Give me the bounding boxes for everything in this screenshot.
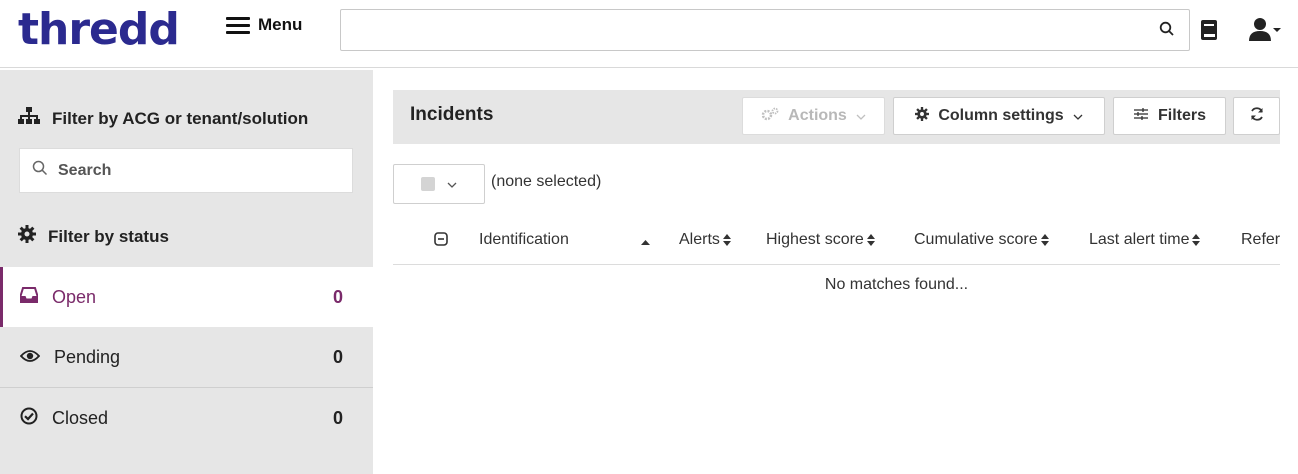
column-header-cumulative-score[interactable]: Cumulative score — [914, 231, 1050, 249]
filter-acg-label: Filter by ACG or tenant/solution — [52, 108, 309, 128]
cog-icon — [915, 106, 930, 126]
documentation-book-icon[interactable] — [1200, 19, 1218, 46]
filter-status-heading: Filter by status — [18, 225, 169, 248]
sort-icon — [1192, 234, 1201, 246]
status-item-label: Closed — [52, 407, 109, 428]
sort-asc-icon[interactable] — [641, 233, 650, 251]
inbox-icon — [19, 286, 39, 308]
column-label: Alerts — [679, 231, 720, 248]
top-bar: thredd Menu — [0, 0, 1298, 68]
status-item-closed[interactable]: Closed 0 — [0, 388, 373, 448]
refresh-icon — [1249, 106, 1265, 127]
chevron-down-icon — [447, 175, 457, 193]
sidebar-search — [19, 148, 353, 193]
actions-button[interactable]: Actions — [742, 97, 885, 135]
bulk-select-dropdown[interactable] — [393, 164, 485, 204]
actions-label: Actions — [788, 107, 847, 124]
hamburger-icon — [226, 16, 250, 34]
select-all-checkbox[interactable] — [421, 177, 435, 191]
search-icon — [32, 160, 48, 181]
sitemap-icon — [18, 107, 40, 130]
column-label: Last alert time — [1089, 231, 1190, 248]
search-icon[interactable] — [1159, 21, 1175, 42]
filters-label: Filters — [1157, 107, 1206, 124]
menu-label: Menu — [258, 15, 303, 34]
filters-button[interactable]: Filters — [1113, 97, 1226, 135]
column-header-alerts[interactable]: Alerts — [679, 231, 732, 249]
column-label: Refer — [1241, 231, 1280, 248]
page-title: Incidents — [410, 104, 494, 125]
column-label: Identification — [479, 231, 569, 248]
cog-icon — [18, 225, 36, 248]
refresh-button[interactable] — [1233, 97, 1280, 135]
column-label: Highest score — [766, 231, 864, 248]
eye-icon — [19, 347, 41, 368]
column-header-identification[interactable]: Identification — [479, 231, 569, 249]
selection-status: (none selected) — [491, 173, 602, 190]
sort-icon — [722, 234, 732, 246]
check-circle-icon — [20, 407, 38, 430]
empty-table-message: No matches found... — [824, 276, 969, 293]
status-count: 0 — [333, 286, 344, 307]
column-settings-button[interactable]: Column settings — [893, 97, 1105, 135]
global-search — [340, 9, 1190, 51]
status-item-open[interactable]: Open 0 — [0, 267, 373, 327]
sidebar-search-input[interactable] — [58, 161, 338, 180]
table-header: Identification Alerts Highest score Cumu… — [393, 216, 1280, 265]
chevron-down-icon — [856, 107, 866, 125]
sliders-icon — [1133, 107, 1149, 126]
sidebar: Filter by ACG or tenant/solution Filter … — [0, 70, 373, 474]
column-settings-label: Column settings — [938, 107, 1064, 124]
column-label: Cumulative score — [914, 231, 1038, 248]
status-item-label: Open — [52, 286, 97, 307]
cogs-icon — [761, 107, 779, 126]
filter-status-label: Filter by status — [48, 226, 169, 246]
panel-header: Incidents Actions Column settings Filter… — [393, 90, 1280, 144]
column-header-highest-score[interactable]: Highest score — [766, 231, 876, 249]
collapse-rows-icon[interactable] — [434, 232, 448, 251]
status-item-label: Pending — [54, 346, 121, 367]
column-header-reference[interactable]: Refer — [1241, 231, 1280, 249]
chevron-down-icon — [1073, 107, 1083, 125]
status-count: 0 — [333, 407, 344, 428]
thredd-logo[interactable]: thredd — [18, 4, 180, 56]
status-count: 0 — [333, 346, 344, 367]
sort-icon — [1040, 234, 1050, 246]
sort-icon — [866, 234, 876, 246]
filter-acg-heading: Filter by ACG or tenant/solution — [18, 107, 308, 130]
status-item-pending[interactable]: Pending 0 — [0, 327, 373, 387]
user-menu-icon[interactable] — [1249, 17, 1281, 41]
global-search-input[interactable] — [341, 10, 1141, 50]
column-header-last-alert-time[interactable]: Last alert time — [1089, 231, 1201, 249]
menu-button[interactable]: Menu — [226, 12, 302, 38]
